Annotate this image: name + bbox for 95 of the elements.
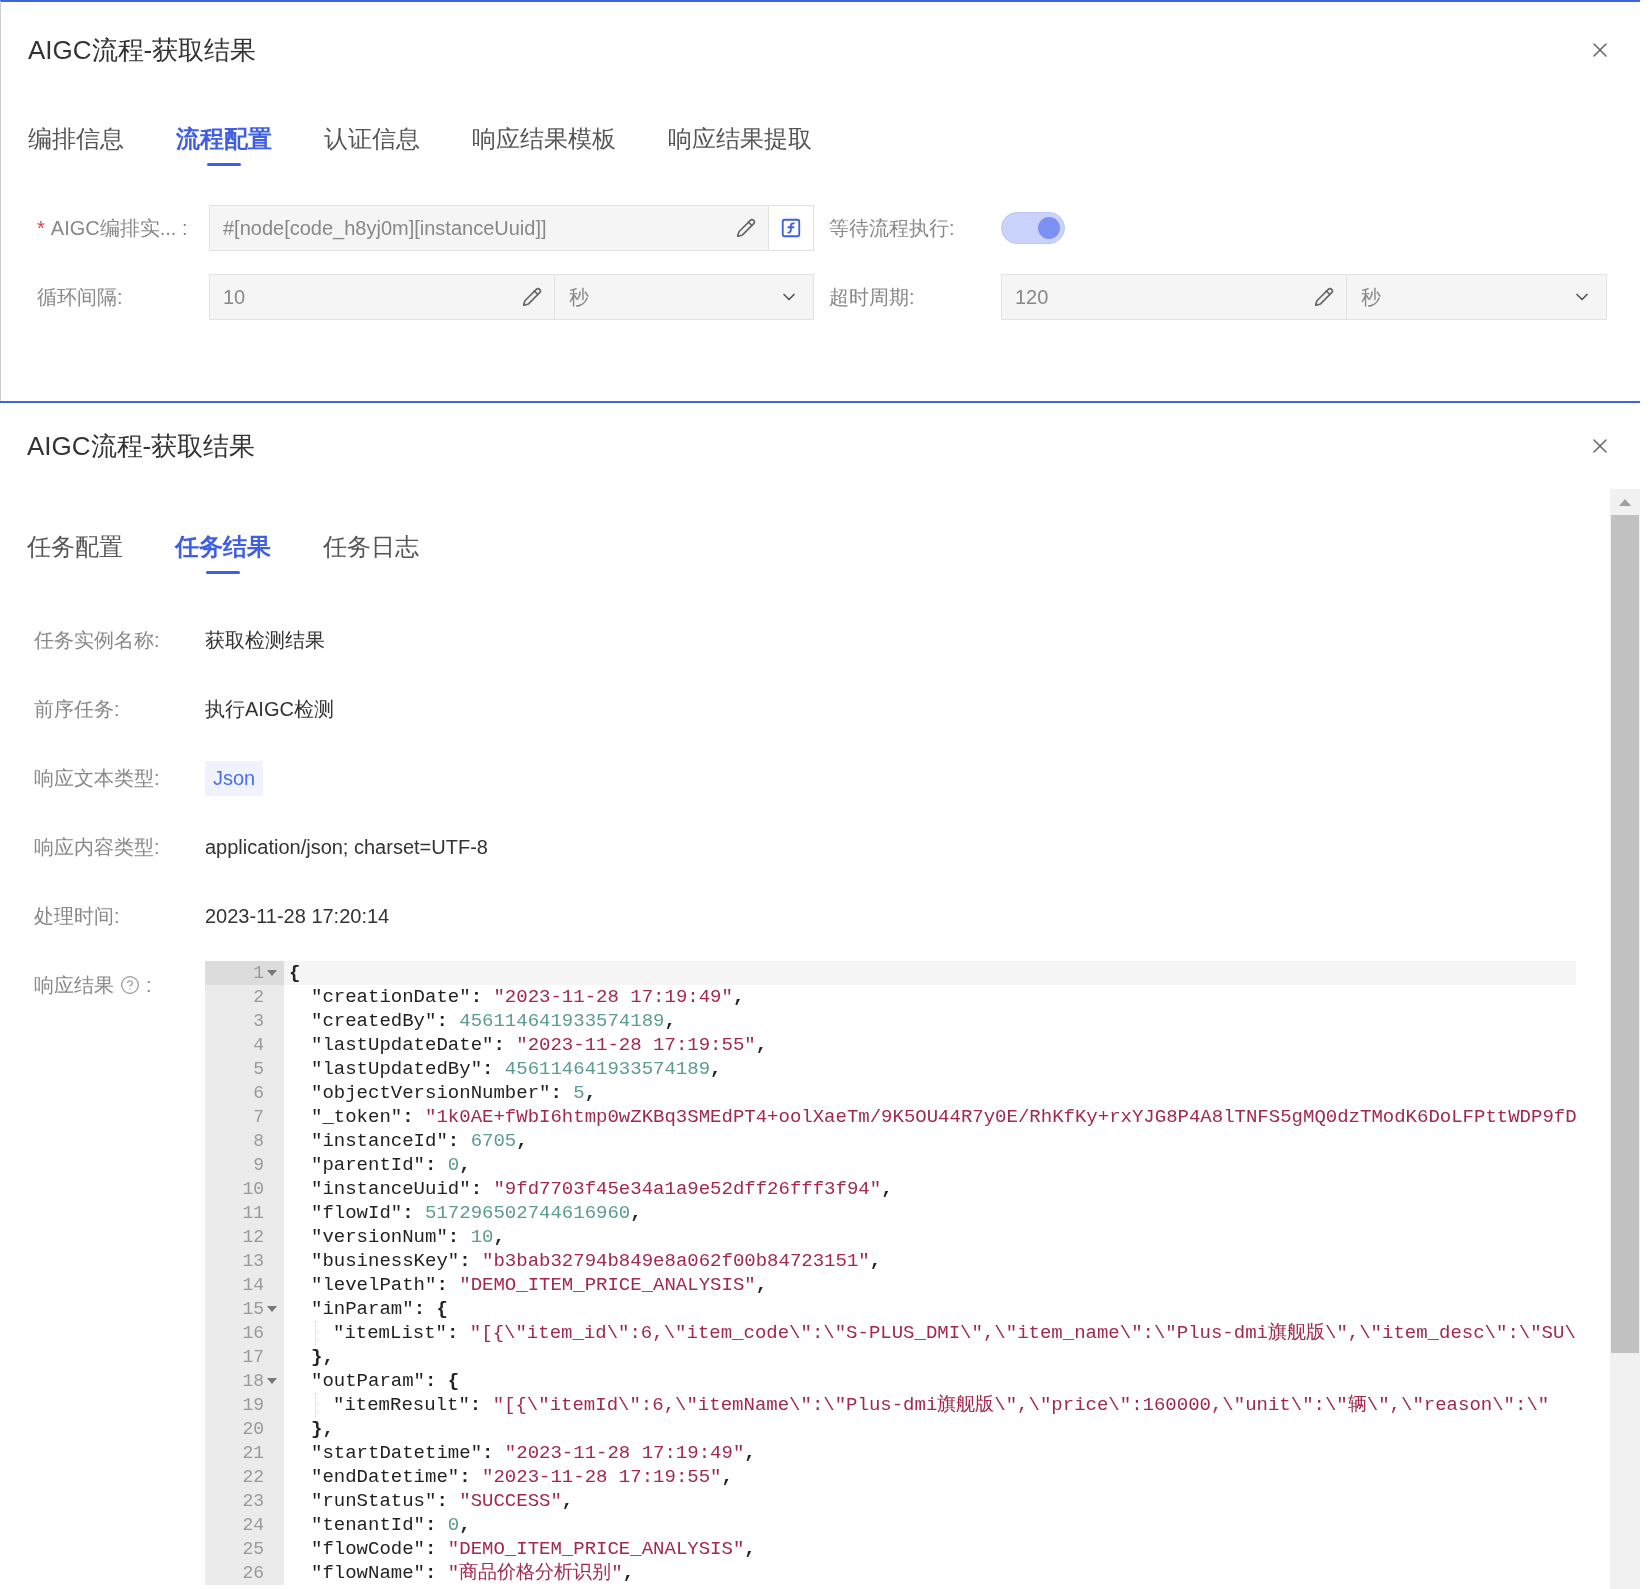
info-value: application/json; charset=UTF-8	[205, 834, 488, 860]
line-number: 3	[253, 1010, 264, 1033]
tab[interactable]: 响应结果提取	[668, 112, 812, 166]
field-label: 超时周期:	[828, 284, 916, 310]
code-line: "lastUpdatedBy": 456114641933574189,	[310, 1057, 722, 1081]
line-number: 8	[253, 1130, 264, 1153]
code-line: "flowCode": "DEMO_ITEM_PRICE_ANALYSIS",	[310, 1537, 756, 1561]
code-line: "_token": "1k0AE+fWbI6htmp0wZKBq3SMEdPT4+oolXaeTm/9K5OU44R7y0E/RhKfKy+rxYJG8P4A8lTNFS5gMQ0dzTModK6DoLFPttWDP9fD	[310, 1105, 1577, 1129]
code-line: "inParam": {	[310, 1297, 448, 1321]
line-number: 1	[253, 962, 264, 985]
unit-select[interactable]: 秒	[555, 274, 814, 320]
fold-caret-icon[interactable]	[267, 1378, 277, 1384]
code-line: {	[288, 961, 301, 985]
code-editor[interactable]	[205, 961, 1576, 1585]
code-line: "instanceId": 6705,	[310, 1129, 528, 1153]
code-line: "instanceUuid": "9fd7703f45e34a1a9e52dff26fff3f94",	[310, 1177, 893, 1201]
code-line: "businessKey": "b3bab32794b849e8a062f00b84723151",	[310, 1249, 882, 1273]
info-label: 前序任务:	[34, 696, 121, 722]
line-number: 2	[253, 986, 264, 1009]
code-line: "levelPath": "DEMO_ITEM_PRICE_ANALYSIS",	[310, 1273, 768, 1297]
expression-field[interactable]: #[node[code_h8yj0m][instanceUuid]]	[209, 205, 769, 251]
field-label: 循环间隔:	[37, 284, 124, 310]
line-number: 19	[242, 1394, 264, 1417]
code-line: },	[310, 1417, 334, 1441]
code-line: "objectVersionNumber": 5,	[310, 1081, 597, 1105]
tab[interactable]: 编排信息	[28, 112, 124, 166]
scrollbar[interactable]	[1610, 489, 1640, 1589]
info-label: 任务实例名称:	[34, 627, 161, 653]
code-line: "flowName": "商品价格分析识别",	[310, 1561, 635, 1585]
tab[interactable]: 任务日志	[323, 520, 419, 574]
tab[interactable]: 任务配置	[27, 520, 123, 574]
line-number: 22	[242, 1466, 264, 1489]
info-value: 执行AIGC检测	[205, 696, 334, 722]
pencil-icon	[736, 218, 756, 238]
line-number: 15	[242, 1298, 264, 1321]
line-number: 5	[253, 1058, 264, 1081]
code-line: "flowId": 517296502744616960,	[310, 1201, 642, 1225]
line-number: 26	[242, 1562, 264, 1585]
pencil-icon	[1314, 287, 1334, 307]
scroll-up-icon[interactable]	[1619, 498, 1631, 506]
line-number: 20	[242, 1418, 264, 1441]
code-line: "lastUpdateDate": "2023-11-28 17:19:55",	[310, 1033, 768, 1057]
line-number: 6	[253, 1082, 264, 1105]
fold-caret-icon[interactable]	[267, 970, 277, 976]
line-number: 16	[242, 1322, 264, 1345]
line-number: 17	[242, 1346, 264, 1369]
line-number: 18	[242, 1370, 264, 1393]
label-colon: :	[146, 973, 152, 997]
type-tag: Json	[205, 760, 264, 796]
code-line: "versionNum": 10,	[310, 1225, 505, 1249]
code-line: "tenantId": 0,	[310, 1513, 471, 1537]
info-value: 2023-11-28 17:20:14	[205, 903, 390, 929]
fold-caret-icon[interactable]	[267, 1306, 277, 1312]
line-number: 24	[242, 1514, 264, 1537]
line-number: 14	[242, 1274, 264, 1297]
unit-select[interactable]: 秒	[1347, 274, 1607, 320]
info-value: 获取检测结果	[205, 627, 325, 653]
code-line: "creationDate": "2023-11-28 17:19:49",	[310, 985, 745, 1009]
function-button[interactable]	[769, 205, 814, 251]
number-field[interactable]: 120	[1001, 274, 1347, 320]
line-number: 11	[242, 1202, 264, 1225]
code-line: "parentId": 0,	[310, 1153, 471, 1177]
dialog-title: AIGC流程-获取结果	[27, 429, 256, 463]
line-number: 25	[242, 1538, 264, 1561]
line-number: 12	[242, 1226, 264, 1249]
code-line: "runStatus": "SUCCESS",	[310, 1489, 574, 1513]
info-label: 响应结果	[34, 972, 114, 998]
tab[interactable]: 认证信息	[324, 112, 420, 166]
tab[interactable]: 任务结果	[175, 520, 271, 574]
field-label: * AIGC编排实... :	[37, 215, 189, 241]
code-line: "outParam": {	[310, 1369, 460, 1393]
field-label: 等待流程执行:	[828, 215, 956, 241]
code-line: "startDatetime": "2023-11-28 17:19:49",	[310, 1441, 756, 1465]
help-icon[interactable]	[120, 975, 140, 995]
scrollbar-thumb[interactable]	[1611, 515, 1639, 1353]
function-icon	[780, 217, 802, 239]
line-number: 4	[253, 1034, 264, 1057]
toggle-switch[interactable]	[1001, 212, 1065, 244]
number-field[interactable]: 10	[209, 274, 555, 320]
code-line: "createdBy": 456114641933574189,	[310, 1009, 676, 1033]
info-label: 响应文本类型:	[34, 765, 161, 791]
line-number: 21	[242, 1442, 264, 1465]
info-label: 响应内容类型:	[34, 834, 161, 860]
line-number: 7	[253, 1106, 264, 1129]
line-number: 9	[253, 1154, 264, 1177]
dialog-title: AIGC流程-获取结果	[28, 33, 257, 67]
code-line: },	[310, 1345, 334, 1369]
pencil-icon	[522, 287, 542, 307]
info-label: 处理时间:	[34, 903, 121, 929]
line-number: 13	[242, 1250, 264, 1273]
line-number: 23	[242, 1490, 264, 1513]
line-number: 10	[242, 1178, 264, 1201]
code-line: "endDatetime": "2023-11-28 17:19:55",	[310, 1465, 733, 1489]
tab[interactable]: 流程配置	[176, 112, 272, 166]
tab[interactable]: 响应结果模板	[472, 112, 616, 166]
